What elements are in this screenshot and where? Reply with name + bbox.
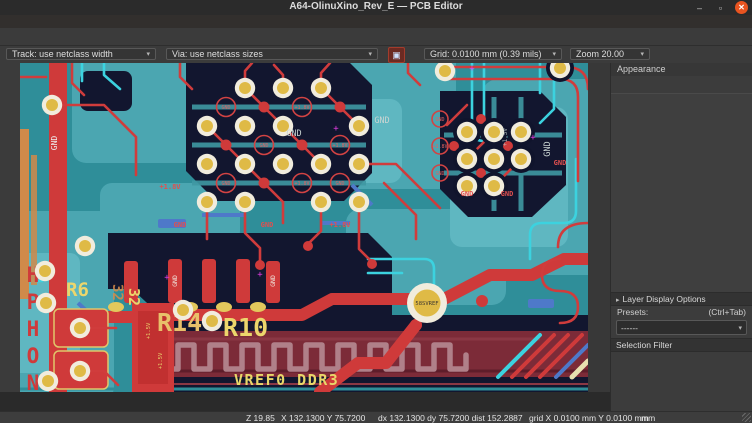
svg-text:+: +	[469, 64, 475, 74]
svg-text:GND: GND	[374, 116, 389, 126]
zoom-readout: Z 19.85	[246, 413, 275, 423]
pcb-editor-window: A64-OlinuXino_Rev_E — PCB Editor – ▫ ✕ T…	[0, 0, 752, 423]
status-bar	[0, 392, 610, 411]
chevron-down-icon: ▾	[738, 324, 742, 332]
appearance-tabs	[611, 76, 752, 94]
units-readout: mm	[641, 413, 655, 423]
zoom-dropdown[interactable]: Zoom 20.00 ▾	[570, 48, 650, 60]
svg-text:GND: GND	[435, 117, 444, 123]
layer-display-options[interactable]: ▸Layer Display Options	[611, 292, 752, 306]
cursor-position: X 132.1300 Y 75.7200	[281, 413, 365, 423]
close-icon[interactable]: ✕	[735, 1, 748, 14]
silkscreen-vref-ddr3: VREF0 DDR3	[234, 371, 339, 389]
appearance-title: Appearance	[611, 63, 752, 76]
svg-text:GND: GND	[221, 181, 230, 187]
svg-text:+1.8V: +1.8V	[159, 183, 181, 191]
svg-text:GND: GND	[174, 221, 187, 229]
chevron-down-icon: ▾	[368, 50, 372, 58]
presets-dropdown[interactable]: ------▾	[616, 320, 747, 335]
svg-text:+1.5V: +1.5V	[146, 322, 152, 339]
right-toolbar	[588, 63, 610, 411]
svg-text:+1.5V: +1.5V	[502, 128, 509, 146]
grid-value: Grid: 0.0100 mm (0.39 mils)	[430, 49, 542, 59]
svg-text:+: +	[333, 124, 339, 134]
auto-track-width-icon[interactable]: ▣	[388, 47, 405, 63]
svg-text:+: +	[530, 133, 536, 143]
svg-text:GND: GND	[261, 221, 274, 229]
svg-text:GND: GND	[50, 136, 59, 151]
layers-list	[611, 94, 752, 292]
zoom-value: Zoom 20.00	[576, 49, 624, 59]
window-title: A64-OlinuXino_Rev_E — PCB Editor	[0, 1, 752, 12]
grid-dropdown[interactable]: Grid: 0.0100 mm (0.39 mils) ▾	[424, 48, 562, 60]
main-toolbar	[0, 28, 752, 46]
maximize-icon[interactable]: ▫	[714, 1, 727, 14]
svg-text:GND: GND	[221, 105, 230, 111]
presets-hotkey: (Ctrl+Tab)	[708, 307, 746, 319]
svg-text:+1.8V: +1.8V	[294, 181, 309, 187]
secondary-toolbar: Track: use netclass width ▾ Via: use netc…	[0, 46, 752, 64]
svg-text:GND: GND	[286, 129, 301, 139]
svg-text:+1.8V: +1.8V	[332, 143, 347, 149]
svg-text:+: +	[164, 273, 170, 283]
svg-text:+1.8V: +1.8V	[432, 144, 447, 150]
pcb-canvas[interactable]: R6 R14 R10 32 32 VREF0 DDR3 HPHONE	[20, 63, 588, 392]
expand-arrow-icon: ▸	[616, 297, 620, 304]
left-toolbar	[0, 63, 20, 392]
silkscreen-ref-r6: R6	[66, 279, 89, 301]
selection-filter-title: Selection Filter	[611, 338, 752, 352]
resize-grip[interactable]	[742, 413, 751, 422]
svg-text:+1.5V: +1.5V	[158, 352, 164, 369]
chevron-down-icon: ▾	[552, 50, 556, 58]
titlebar: A64-OlinuXino_Rev_E — PCB Editor – ▫ ✕	[0, 0, 752, 15]
svg-text:GND: GND	[259, 143, 268, 149]
svg-text:GND: GND	[171, 275, 179, 287]
appearance-panel: Appearance ▸Layer Display Options Preset…	[610, 63, 752, 411]
silkscreen-num-32: 32	[125, 288, 143, 306]
menubar	[0, 15, 752, 28]
via-size-dropdown[interactable]: Via: use netclass sizes ▾	[166, 48, 378, 60]
track-width-dropdown[interactable]: Track: use netclass width ▾	[6, 48, 156, 60]
chevron-down-icon: ▾	[146, 50, 150, 58]
svg-text:GND: GND	[269, 275, 277, 287]
svg-text:GND: GND	[461, 190, 474, 198]
via-size-value: Via: use netclass sizes	[172, 49, 263, 59]
pcb-render: R6 R14 R10 32 32 VREF0 DDR3 HPHONE	[20, 63, 588, 392]
svg-text:GND: GND	[501, 190, 514, 198]
presets-label: Presets:	[617, 307, 648, 319]
svg-text:GND: GND	[554, 159, 567, 167]
svg-text:GND: GND	[543, 141, 553, 156]
grid-readout: grid X 0.0100 mm Y 0.0100 mm	[529, 413, 649, 423]
track-width-value: Track: use netclass width	[12, 49, 113, 59]
via-net-label: 58SVREF	[415, 301, 438, 307]
silkscreen-num-32-inner: 32	[109, 284, 125, 301]
svg-text:+1.8V: +1.8V	[294, 105, 309, 111]
svg-text:+1.8V: +1.8V	[329, 221, 351, 229]
large-via: 58SVREF	[407, 283, 447, 323]
svg-text:GND: GND	[435, 171, 444, 177]
relative-position: dx 132.1300 dy 75.7200 dist 152.2887	[378, 413, 523, 423]
minimize-icon[interactable]: –	[693, 1, 706, 14]
silkscreen-ref-r10: R10	[223, 313, 268, 342]
coordinate-bar: Z 19.85 X 132.1300 Y 75.7200 dx 132.1300…	[0, 411, 752, 423]
selection-filter-grid	[611, 352, 752, 355]
net-label-hphone: HPHONE	[21, 263, 45, 392]
svg-text:GND: GND	[335, 181, 344, 187]
svg-text:+: +	[257, 270, 263, 280]
chevron-down-icon: ▾	[640, 50, 644, 58]
